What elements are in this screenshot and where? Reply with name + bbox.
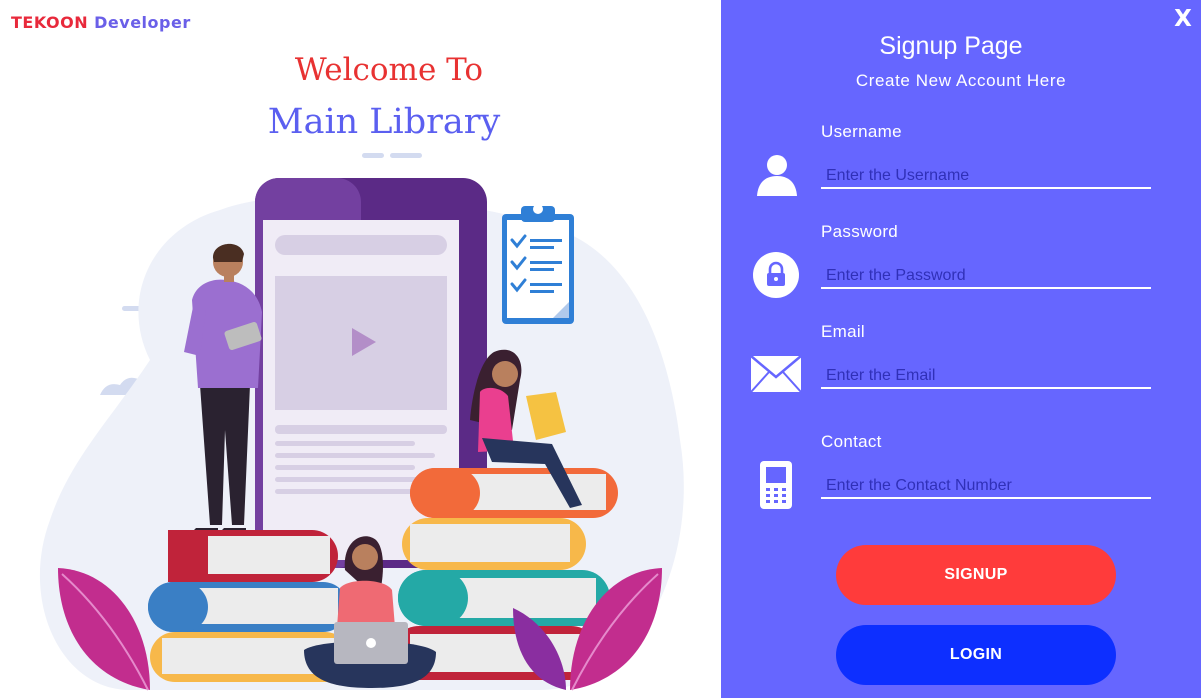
library-heading: Main Library <box>267 102 501 142</box>
form-subtitle: Create New Account Here <box>855 71 1067 90</box>
close-button[interactable]: X <box>1171 2 1195 36</box>
signup-panel: X Signup Page Create New Account Here Us… <box>721 0 1201 698</box>
library-illustration <box>39 153 684 691</box>
lock-icon <box>752 251 800 303</box>
contact-label: Contact <box>821 432 882 451</box>
form-title: Signup Page <box>879 32 1023 60</box>
username-label: Username <box>821 122 902 141</box>
welcome-heading: Welcome To <box>294 52 484 88</box>
password-label: Password <box>821 222 899 241</box>
user-icon <box>755 152 799 200</box>
envelope-icon <box>750 355 802 397</box>
contact-input[interactable] <box>821 473 1151 499</box>
brand-suffix: Developer <box>94 13 191 32</box>
email-label: Email <box>821 322 866 341</box>
brand-logo: TEKOON Developer <box>11 13 191 32</box>
clipboard-checklist-icon <box>502 204 574 324</box>
login-button[interactable]: LOGIN <box>836 625 1116 685</box>
signup-button[interactable]: SIGNUP <box>836 545 1116 605</box>
password-input[interactable] <box>821 263 1151 289</box>
mobile-phone-icon <box>759 460 793 514</box>
brand-name: TEKOON <box>11 13 89 32</box>
email-input[interactable] <box>821 363 1151 389</box>
username-input[interactable] <box>821 163 1151 189</box>
left-panel: TEKOON Developer Welcome To Main Library <box>0 0 721 698</box>
